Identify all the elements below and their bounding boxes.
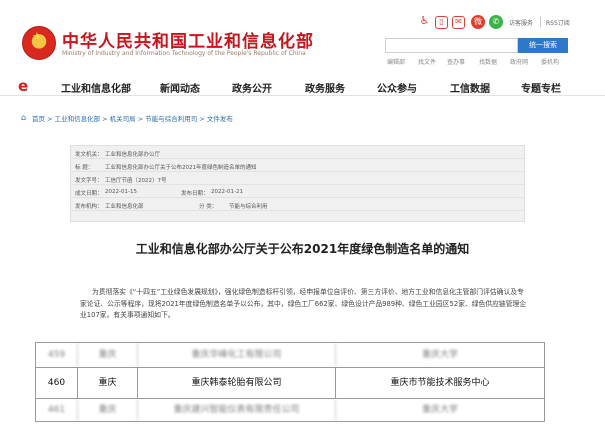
nav-item-ministry[interactable]: 工业和信息化部 [61, 80, 131, 95]
meta-label-category: 分 类： [199, 204, 218, 210]
divider [540, 17, 541, 27]
accessibility-icon[interactable]: ♿ [418, 15, 431, 29]
meta-org: 工业和信息化部 [105, 204, 144, 210]
cell-no: 459 [36, 343, 78, 367]
cell-region: 重庆 [78, 399, 138, 421]
nav-item-special[interactable]: 专题专栏 [521, 80, 561, 95]
meta-title: 工业和信息化部办公厅关于公布2021年度绿色制造名单的通知 [105, 165, 257, 171]
quick-link[interactable]: 委机构 [541, 57, 559, 66]
meta-label-title: 标 题： [75, 165, 94, 171]
cell-evaluator: 重庆大学 [421, 405, 458, 415]
nav-item-news[interactable]: 新闻动态 [160, 80, 200, 95]
meta-label-publish: 发布日期： [181, 191, 209, 197]
quick-link[interactable]: 编辑部 [387, 57, 405, 66]
search-button[interactable]: 统一搜索 [518, 38, 568, 53]
cell-company: 重庆韩泰轮胎有限公司 [138, 368, 336, 398]
cell-region: 重庆 [78, 343, 138, 367]
mail-icon[interactable]: ✉ [452, 16, 465, 29]
cell-company: 重庆建兴智能仪表有限责任公司 [138, 399, 336, 421]
wechat-icon[interactable]: ✆ [489, 15, 503, 29]
meta-publish: 2022-01-21 [211, 189, 243, 195]
meta-issuer: 工业和信息化部办公厅 [105, 152, 161, 158]
search-input[interactable] [385, 38, 518, 53]
nav-divider [0, 95, 605, 96]
rss-link[interactable]: RSS订阅 [546, 18, 570, 27]
cell-no: 460 [36, 368, 78, 398]
cell-evaluator: 重庆大学 [421, 350, 458, 360]
meta-category: 节能与综合利用 [229, 204, 268, 210]
quick-link[interactable]: 查办事 [447, 57, 465, 66]
meta-label-doc-no: 发文字号： [75, 178, 103, 184]
nav-item-gov-service[interactable]: 政务服务 [305, 80, 345, 95]
cell-company: 重庆华峰化工有限公司 [138, 343, 336, 367]
site-subtitle: Ministry of Industry and Information Tec… [62, 50, 306, 57]
table-row: 461 重庆 重庆建兴智能仪表有限责任公司 重庆大学 [36, 399, 544, 421]
nav-item-data[interactable]: 工信数据 [450, 80, 490, 95]
meta-date: 2022-01-15 [105, 189, 137, 195]
breadcrumb[interactable]: 首页 > 工业和信息化部 > 机关司局 > 节能与综合利用司 > 文件发布 [32, 113, 233, 123]
home-icon[interactable]: ⌂ [21, 113, 26, 122]
national-emblem-logo: ★ [22, 26, 56, 60]
nav-item-gov-info[interactable]: 政务公开 [232, 80, 272, 95]
weibo-icon[interactable]: 微 [471, 15, 485, 29]
document-paragraph: 为贯彻落实《“十四五”工业绿色发展规划》，强化绿色制造标杆引领，经申报单位自评价… [80, 288, 527, 319]
table-row: 460 重庆 重庆韩泰轮胎有限公司 重庆市节能技术服务中心 [36, 368, 544, 398]
nav-home-logo[interactable]: e [18, 77, 28, 95]
cell-no: 461 [36, 399, 78, 421]
meta-label-issuer: 发文机关： [75, 152, 103, 158]
quick-link[interactable]: 找文件 [418, 57, 436, 66]
mobile-icon[interactable]: ▯ [435, 16, 448, 29]
site-title: 中华人民共和国工业和信息化部 [62, 32, 314, 52]
nav-item-public[interactable]: 公众参与 [377, 80, 417, 95]
document-meta-box: 发文机关： 工业和信息化部办公厅 标 题： 工业和信息化部办公厅关于公布2021… [70, 145, 525, 222]
meta-label-org: 发布机构： [75, 204, 103, 210]
meta-doc-no: 工信厅节函〔2022〕7号 [105, 178, 167, 184]
quick-link[interactable]: 找数据 [479, 57, 497, 66]
cell-evaluator: 重庆市节能技术服务中心 [390, 378, 490, 388]
visitor-service-link[interactable]: 访客服务 [509, 18, 533, 27]
meta-label-date: 成文日期： [75, 191, 103, 197]
table-row: 459 重庆 重庆华峰化工有限公司 重庆大学 [36, 343, 544, 367]
quick-link[interactable]: 政府网 [510, 57, 528, 66]
document-title: 工业和信息化部办公厅关于公布2021年度绿色制造名单的通知 [135, 242, 470, 256]
green-factory-table: 459 重庆 重庆华峰化工有限公司 重庆大学 460 重庆 重庆韩泰轮胎有限公司… [35, 342, 545, 422]
cell-region: 重庆 [78, 368, 138, 398]
